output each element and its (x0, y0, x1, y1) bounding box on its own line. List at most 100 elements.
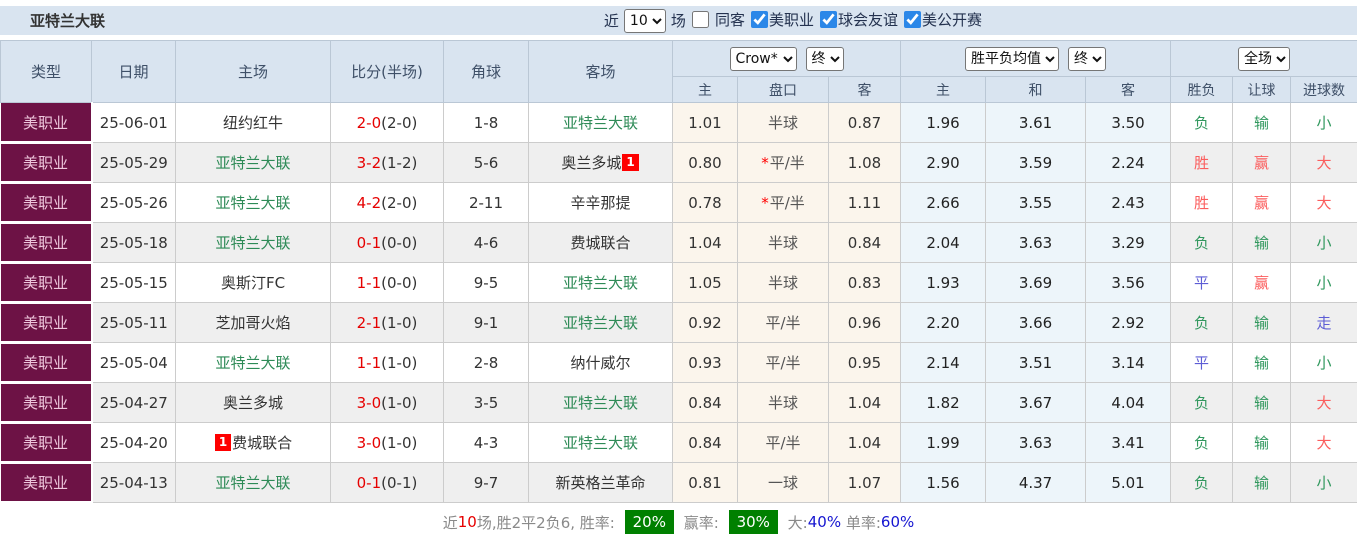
footer-text: 近 (443, 512, 458, 533)
sub-header-ah-away: 客 (829, 77, 901, 103)
cover-cell: 输 (1233, 463, 1291, 503)
home-team-cell: 纽约红牛 (176, 103, 331, 143)
table-row: 美职业25-04-27奥兰多城3-0(1-0)3-5亚特兰大联0.84半球1.0… (1, 383, 1357, 423)
europe-odds-select[interactable]: 胜平负均值 (965, 47, 1059, 71)
eu-draw-odds-cell: 3.66 (986, 303, 1086, 343)
halftime-score: (1-0) (381, 434, 417, 452)
eu-draw-odds-cell: 3.69 (986, 263, 1086, 303)
fulltime-score: 0-1 (357, 234, 382, 252)
ah-home-odds-cell: 0.93 (673, 343, 738, 383)
ah-home-odds-cell: 0.78 (673, 183, 738, 223)
col-header-date: 日期 (92, 41, 176, 103)
handicap-cell: 平/半 (738, 343, 829, 383)
halftime-score: (0-1) (381, 474, 417, 492)
date-cell: 25-05-15 (92, 263, 176, 303)
away-team-cell: 费城联合 (529, 223, 673, 263)
away-team-cell: 亚特兰大联 (529, 263, 673, 303)
score-cell: 3-2(1-2) (331, 143, 444, 183)
away-team-cell: 亚特兰大联 (529, 423, 673, 463)
handicap-cell: *平/半 (738, 143, 829, 183)
goals-cell: 大 (1291, 383, 1357, 423)
league-cell: 美职业 (1, 383, 92, 423)
date-cell: 25-05-26 (92, 183, 176, 223)
home-team-cell: 亚特兰大联 (176, 183, 331, 223)
table-row: 美职业25-05-11芝加哥火焰2-1(1-0)9-1亚特兰大联0.92平/半0… (1, 303, 1357, 343)
league-cell: 美职业 (1, 183, 92, 223)
col-header-type: 类型 (1, 41, 92, 103)
asian-stage-select[interactable]: 终 (806, 47, 844, 71)
team-name: 费城联合 (232, 434, 292, 452)
filter-checked[interactable]: 美公开赛 (900, 9, 982, 30)
handicap-change-star: * (761, 154, 769, 172)
corners-cell: 4-6 (444, 223, 529, 263)
score-cell: 3-0(1-0) (331, 383, 444, 423)
halftime-score: (1-0) (381, 354, 417, 372)
eu-away-odds-cell: 2.92 (1086, 303, 1171, 343)
home-team-cell: 亚特兰大联 (176, 343, 331, 383)
goals-cell: 大 (1291, 423, 1357, 463)
league-cell: 美职业 (1, 143, 92, 183)
cover-cell: 输 (1233, 383, 1291, 423)
eu-away-odds-cell: 2.24 (1086, 143, 1171, 183)
date-cell: 25-04-13 (92, 463, 176, 503)
filter-checked[interactable]: 美职业 (747, 9, 814, 30)
europe-odds-group-header: 胜平负均值 终 (901, 41, 1171, 77)
red-card-badge: 1 (622, 154, 638, 171)
ah-home-odds-cell: 0.81 (673, 463, 738, 503)
eu-draw-odds-cell: 3.63 (986, 223, 1086, 263)
filter-checkbox[interactable] (820, 11, 837, 28)
home-team-cell: 芝加哥火焰 (176, 303, 331, 343)
score-cell: 3-0(1-0) (331, 423, 444, 463)
filter-checked[interactable]: 球会友谊 (816, 9, 898, 30)
ah-home-odds-cell: 0.92 (673, 303, 738, 343)
europe-stage-select[interactable]: 终 (1068, 47, 1106, 71)
eu-away-odds-cell: 3.14 (1086, 343, 1171, 383)
games-label: 场 (671, 10, 686, 31)
page-title: 亚特兰大联 (30, 10, 105, 31)
home-team-cell: 奥斯汀FC (176, 263, 331, 303)
col-header-score: 比分(半场) (331, 41, 444, 103)
ah-away-odds-cell: 1.04 (829, 383, 901, 423)
outcome-cell: 胜 (1171, 143, 1233, 183)
filter-checkbox[interactable] (692, 11, 709, 28)
eu-home-odds-cell: 2.04 (901, 223, 986, 263)
handicap-cell: 平/半 (738, 423, 829, 463)
date-cell: 25-05-11 (92, 303, 176, 343)
provider-select[interactable]: Crow* (730, 47, 797, 71)
eu-home-odds-cell: 1.96 (901, 103, 986, 143)
col-header-home: 主场 (176, 41, 331, 103)
league-cell: 美职业 (1, 423, 92, 463)
home-team-cell: 1费城联合 (176, 423, 331, 463)
away-team-cell: 纳什威尔 (529, 343, 673, 383)
title-bar: 亚特兰大联 近 10 场 同客美职业球会友谊美公开赛 (0, 6, 1357, 35)
date-cell: 25-05-29 (92, 143, 176, 183)
home-team-cell: 亚特兰大联 (176, 143, 331, 183)
outcome-cell: 平 (1171, 263, 1233, 303)
footer-text: 单率: (841, 512, 881, 533)
fulltime-score: 1-1 (357, 274, 382, 292)
fulltime-score: 3-2 (357, 154, 382, 172)
team-name: 纳什威尔 (570, 354, 630, 372)
filter-unchecked[interactable]: 同客 (688, 9, 745, 30)
corners-cell: 2-8 (444, 343, 529, 383)
cover-cell: 赢 (1233, 263, 1291, 303)
corners-cell: 9-5 (444, 263, 529, 303)
away-team-cell: 亚特兰大联 (529, 103, 673, 143)
cover-cell: 输 (1233, 343, 1291, 383)
score-cell: 4-2(2-0) (331, 183, 444, 223)
sub-header-cover: 让球 (1233, 77, 1291, 103)
eu-home-odds-cell: 1.82 (901, 383, 986, 423)
ah-away-odds-cell: 0.96 (829, 303, 901, 343)
team-name: 费城联合 (570, 234, 630, 252)
scope-select[interactable]: 全场 (1238, 47, 1290, 71)
recent-count-select[interactable]: 10 (624, 9, 666, 33)
outcome-cell: 负 (1171, 303, 1233, 343)
sub-header-outcome: 胜负 (1171, 77, 1233, 103)
ah-away-odds-cell: 0.83 (829, 263, 901, 303)
filter-checkbox[interactable] (904, 11, 921, 28)
eu-home-odds-cell: 2.14 (901, 343, 986, 383)
away-team-cell: 新英格兰革命 (529, 463, 673, 503)
filter-checkbox[interactable] (751, 11, 768, 28)
ah-away-odds-cell: 1.07 (829, 463, 901, 503)
eu-draw-odds-cell: 3.59 (986, 143, 1086, 183)
